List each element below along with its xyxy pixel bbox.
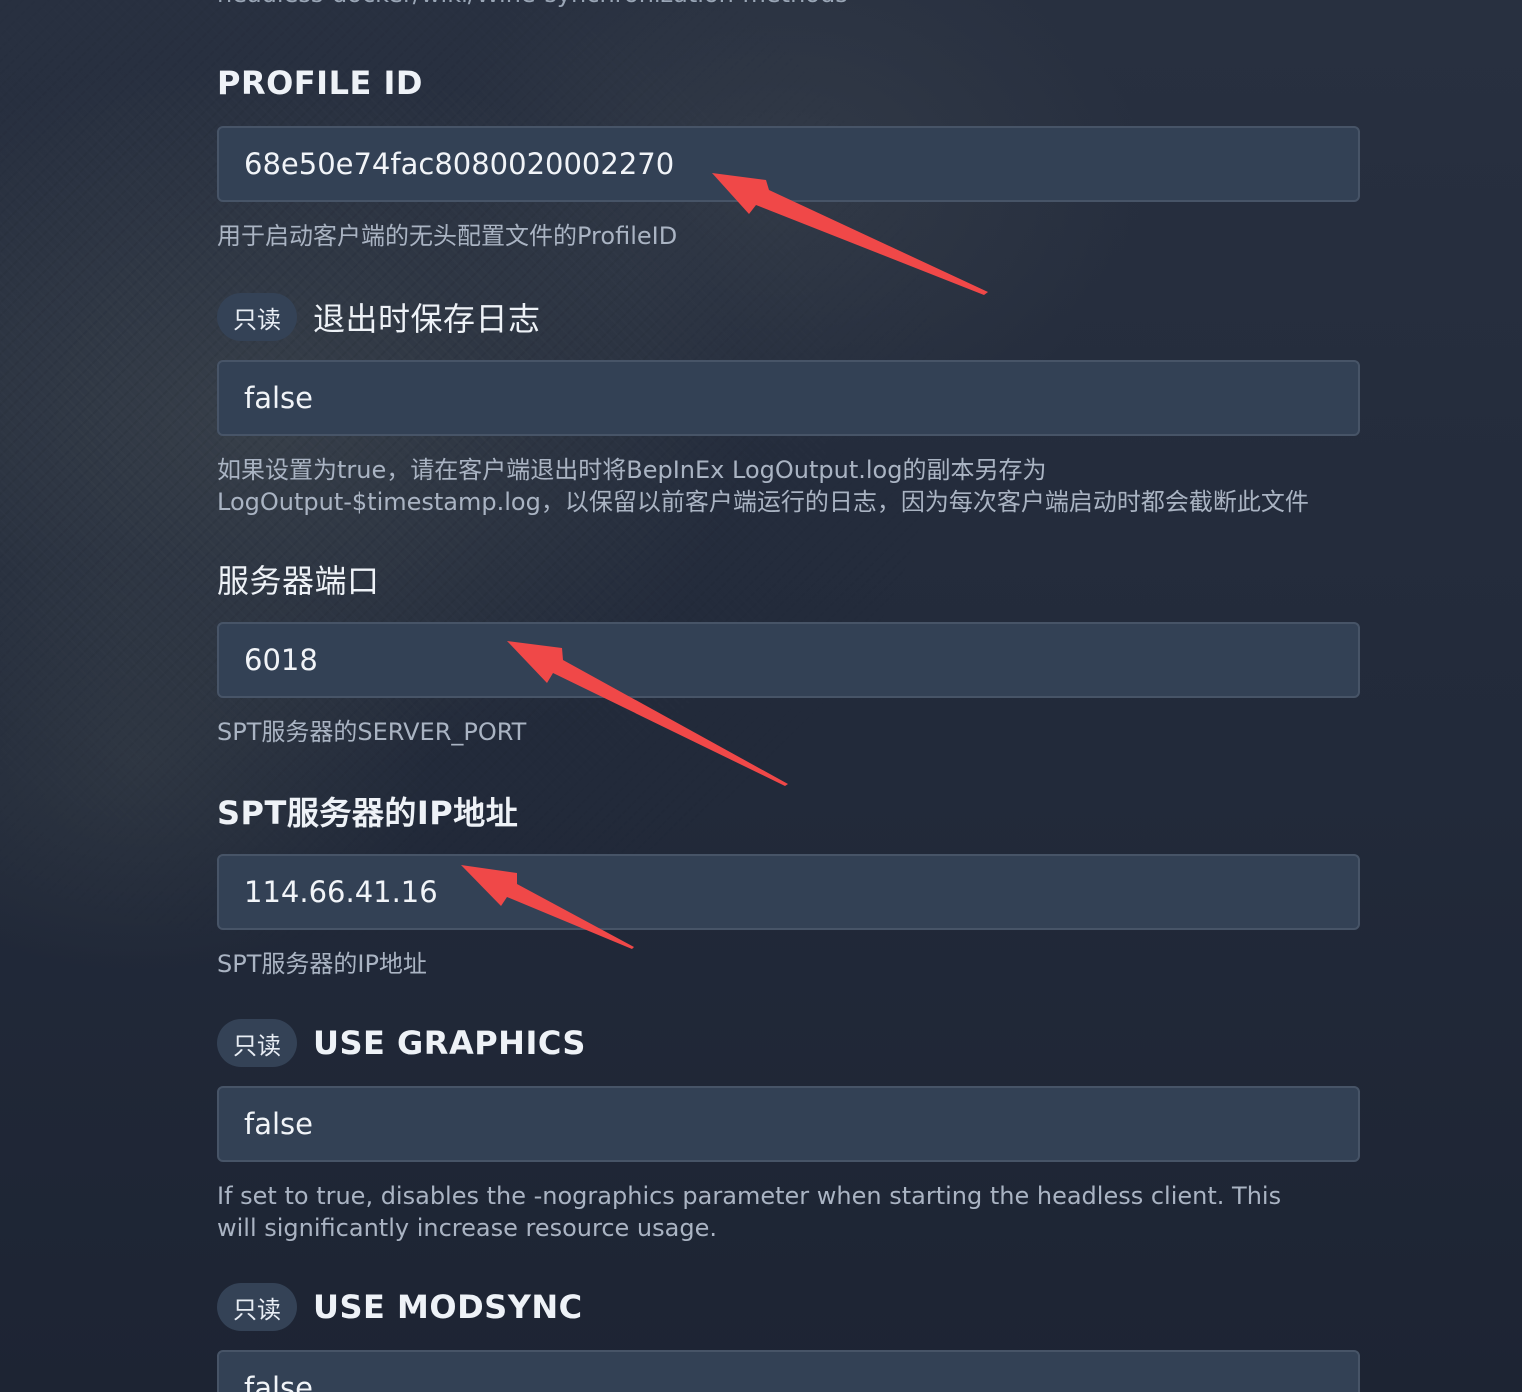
field-help-text: SPT服务器的IP地址 bbox=[217, 950, 427, 978]
save-log-on-exit-input[interactable]: false bbox=[217, 360, 1360, 436]
field-help-text: If set to true, disables the -nographics… bbox=[217, 1182, 1282, 1242]
field-help-text: 用于启动客户端的无头配置文件的ProfileID bbox=[217, 222, 678, 250]
readonly-badge: 只读 bbox=[217, 1019, 297, 1067]
field-server-ip: SPT服务器的IP地址 114.66.41.16 SPT服务器的IP地址 bbox=[217, 786, 1360, 980]
settings-page: headless-docker/wiki/Wine-synchronizatio… bbox=[0, 0, 1522, 1392]
field-label: SPT服务器的IP地址 bbox=[217, 794, 519, 832]
use-graphics-input[interactable]: false bbox=[217, 1086, 1360, 1162]
input-value: 6018 bbox=[244, 643, 318, 677]
field-save-log-on-exit: 只读 退出时保存日志 false 如果设置为true，请在客户端退出时将BepI… bbox=[217, 292, 1360, 518]
field-label: USE MODSYNC bbox=[313, 1288, 583, 1326]
truncated-help-text: headless-docker/wiki/Wine-synchronizatio… bbox=[217, 0, 848, 8]
field-label: USE GRAPHICS bbox=[313, 1024, 586, 1062]
field-use-modsync: 只读 USE MODSYNC false bbox=[217, 1282, 1360, 1392]
profile-id-input[interactable]: 68e50e74fac8080020002270 bbox=[217, 126, 1360, 202]
field-help-text: 如果设置为true，请在客户端退出时将BepInEx LogOutput.log… bbox=[217, 456, 1309, 516]
input-value: false bbox=[244, 1107, 313, 1141]
field-label: 服务器端口 bbox=[217, 562, 380, 600]
input-value: 114.66.41.16 bbox=[244, 875, 438, 909]
server-port-input[interactable]: 6018 bbox=[217, 622, 1360, 698]
readonly-badge: 只读 bbox=[217, 1283, 297, 1331]
use-modsync-input[interactable]: false bbox=[217, 1350, 1360, 1392]
field-server-port: 服务器端口 6018 SPT服务器的SERVER_PORT bbox=[217, 554, 1360, 748]
input-value: false bbox=[244, 1371, 313, 1392]
field-use-graphics: 只读 USE GRAPHICS false If set to true, di… bbox=[217, 1018, 1360, 1244]
server-ip-input[interactable]: 114.66.41.16 bbox=[217, 854, 1360, 930]
readonly-badge: 只读 bbox=[217, 293, 297, 341]
field-label: PROFILE ID bbox=[217, 64, 423, 102]
field-profile-id: PROFILE ID 68e50e74fac8080020002270 用于启动… bbox=[217, 58, 1360, 252]
field-help-text: SPT服务器的SERVER_PORT bbox=[217, 718, 527, 746]
input-value: 68e50e74fac8080020002270 bbox=[244, 147, 675, 181]
field-label: 退出时保存日志 bbox=[313, 300, 541, 338]
input-value: false bbox=[244, 381, 313, 415]
